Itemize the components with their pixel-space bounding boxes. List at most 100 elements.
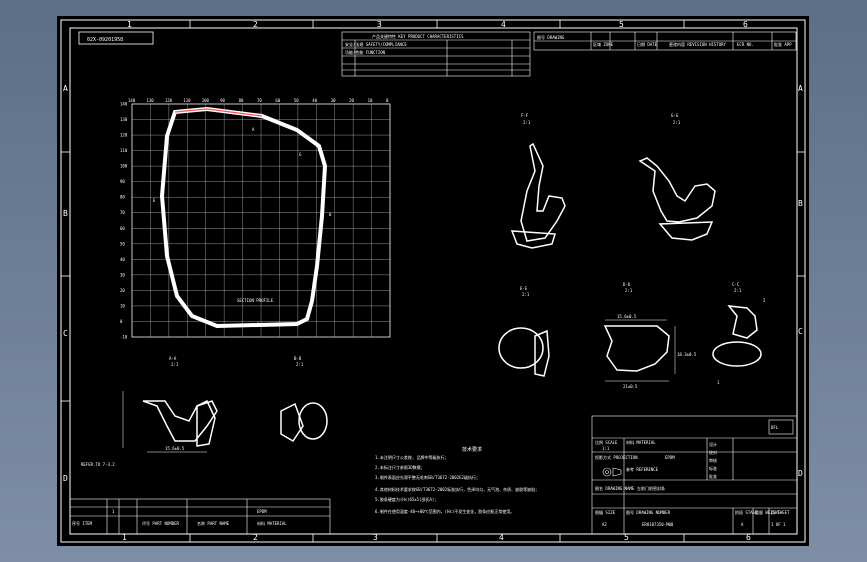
y-tick-label: 0: [120, 319, 123, 324]
revision-date-label: 日期 DATE: [637, 41, 658, 47]
sign-row-2: 校对: [709, 449, 717, 455]
profile-y-ticks: 1401301201101009080706050403020100-10: [120, 102, 128, 340]
parts-header-item: 序号 ITEM: [72, 520, 93, 526]
col-label-1-bottom: 1: [122, 533, 127, 542]
section-scale-c: 2:1: [734, 288, 742, 293]
sign-row-4: 标准: [709, 465, 717, 471]
scale-label: 比例 SCALE: [595, 439, 618, 445]
section-mark-e: E: [153, 198, 156, 203]
revision-table: [533, 31, 797, 51]
section-scale-b: 2:1: [296, 362, 304, 367]
callout-2: 2: [763, 298, 766, 303]
row-label-c: C: [63, 329, 68, 338]
section-label-d: D-D: [623, 282, 631, 287]
note-line-5: 5.胶条硬度为(Hs)65±5(邵氏A)；: [375, 496, 438, 502]
y-tick-label: 20: [120, 288, 125, 293]
row-label-b: B: [63, 209, 68, 218]
stage-value: A: [741, 522, 744, 527]
col-label-2: 2: [253, 20, 258, 29]
parts-row-material: EPDM: [257, 509, 267, 514]
row-label-a-right: A: [798, 84, 803, 93]
y-tick-label: 120: [120, 133, 128, 138]
y-tick-label: 40: [120, 257, 125, 262]
dimension-d-width: 15.6±0.5: [617, 314, 637, 319]
drawing-name-value: 左前门前密封条: [637, 485, 665, 491]
parts-table: [69, 498, 331, 535]
section-mark-g: G: [299, 152, 302, 157]
section-a-a: [142, 399, 218, 447]
note-line-1: 1.未注明尺寸公差按, 品牌中等级执行；: [375, 454, 449, 460]
section-scale-f: 2:1: [523, 120, 531, 125]
y-tick-label: 10: [120, 303, 125, 308]
parts-header-material: 材料 MATERIAL: [257, 520, 287, 526]
section-scale-a: 2:1: [171, 362, 179, 367]
col-label-5: 5: [619, 20, 624, 29]
parts-row-item: 1: [112, 509, 115, 514]
note-line-2: 2.未标注尺寸参照3D数模；: [375, 464, 425, 470]
size-label: 图幅 SIZE: [595, 509, 616, 515]
col-label-5-bottom: 5: [624, 533, 629, 542]
y-tick-label: 140: [120, 102, 128, 107]
row-label-d: D: [63, 474, 68, 483]
x-tick-label: 50: [294, 98, 299, 103]
x-tick-label: 100: [202, 98, 210, 103]
reference-note: REFER.TO 7-3.2: [81, 462, 115, 467]
notes-title: 技术要求: [462, 446, 482, 453]
row-label-b-right: B: [798, 199, 803, 208]
y-tick-label: 70: [120, 210, 125, 215]
sheet-label: 页 SHEET: [771, 510, 790, 515]
y-tick-label: 90: [120, 179, 125, 184]
seal-profile-outline: [159, 106, 328, 329]
sign-row-1: 设计: [709, 441, 717, 447]
section-label-g: G-G: [671, 113, 679, 118]
col-label-6-bottom: 6: [746, 533, 751, 542]
x-tick-label: 10: [368, 98, 373, 103]
row-label-a: A: [63, 84, 68, 93]
y-tick-label: 100: [120, 164, 128, 169]
drawing-number-label: 图号 DRAWING NUMBER: [626, 509, 671, 515]
dimension-d-bottom: 21±0.5: [623, 384, 638, 389]
company-logo: DFL: [771, 425, 779, 430]
section-b-b: [280, 402, 328, 443]
row-label-c-right: C: [798, 327, 803, 336]
section-scale-g: 2:1: [673, 120, 681, 125]
x-tick-label: 70: [257, 98, 262, 103]
size-value: A2: [602, 522, 607, 527]
revision-ecr-label: ECR NO.: [737, 42, 754, 47]
section-e-e: [498, 327, 550, 377]
y-tick-label: 110: [120, 148, 128, 153]
col-label-4: 4: [501, 20, 506, 29]
title-block: [591, 415, 798, 535]
section-label-a: A-A: [169, 356, 177, 361]
callout-1: 1: [717, 380, 720, 385]
y-tick-label: 130: [120, 117, 128, 122]
revision-desc-label: 更改内容 REVISION HISTORY: [669, 41, 727, 47]
x-tick-label: 90: [220, 98, 225, 103]
y-tick-label: 80: [120, 195, 125, 200]
projection-label: 投影方式 PROJECTION: [595, 454, 638, 460]
section-f-f: [510, 142, 566, 249]
x-tick-label: 30: [331, 98, 336, 103]
material-value: EPDM: [665, 455, 675, 460]
col-label-6: 6: [743, 20, 748, 29]
y-tick-label: 30: [120, 272, 125, 277]
section-d-d: [603, 325, 670, 372]
section-label-b: B-B: [294, 356, 302, 361]
x-tick-label: 20: [349, 98, 354, 103]
revision-approve-label: 批准 APP: [774, 41, 792, 47]
x-tick-label: 140: [128, 98, 136, 103]
revision-drawing-label: 图号 DRAWING: [537, 34, 565, 40]
y-tick-label: 60: [120, 226, 125, 231]
note-line-3: 3.制件表面应光滑平整无毛刺GB/T3672-2002E2级执行；: [375, 474, 480, 480]
section-scale-d: 2:1: [625, 288, 633, 293]
y-tick-label: -10: [120, 335, 128, 340]
projection-symbol-icon: [602, 467, 622, 477]
note-line-6: 6.制件在使用温度-40~+80℃范围内，(Hs)不发生变化，胶条应能正常使用。: [375, 508, 514, 514]
col-label-2-bottom: 2: [253, 533, 258, 542]
drawing-sheet: 1 2 3 4 5 6 1 2 3 4 5 6 A B C D A B C D …: [57, 16, 809, 546]
parts-header-part-name: 名称 PART NAME: [197, 520, 230, 526]
revision-zone-label: 区域 ZONE: [593, 41, 614, 47]
x-tick-label: 40: [312, 98, 317, 103]
x-tick-label: 60: [275, 98, 280, 103]
profile-x-ticks: 140 130 120 110 100 90 80 70 60 50 40 30 20 10 0: [128, 98, 389, 103]
